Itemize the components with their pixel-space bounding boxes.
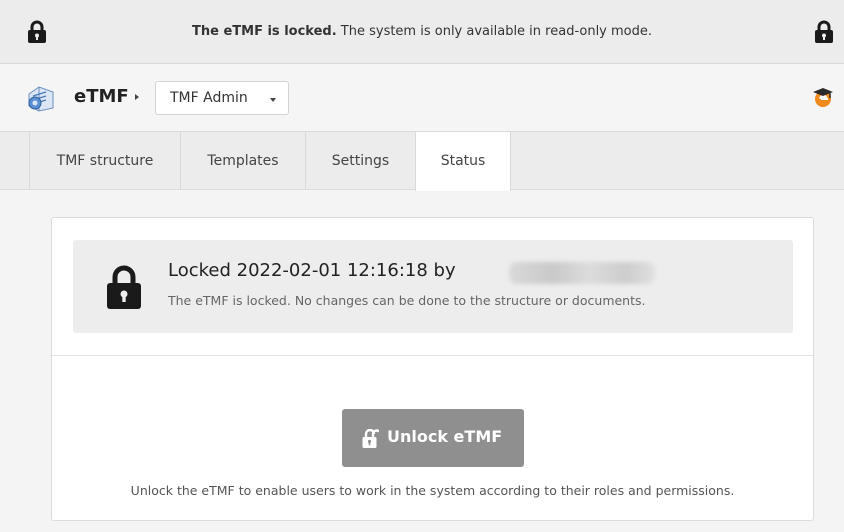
chevron-down-icon — [270, 98, 276, 102]
unlock-icon — [362, 428, 380, 453]
unlock-etmf-button[interactable]: Unlock eTMF — [342, 409, 524, 467]
area-dropdown[interactable]: TMF Admin — [155, 81, 289, 115]
tab-status[interactable]: Status — [415, 132, 511, 191]
help-cap-icon[interactable] — [812, 86, 834, 112]
divider — [52, 355, 813, 356]
lock-icon — [814, 20, 834, 48]
app-name[interactable]: eTMF — [74, 86, 129, 107]
lock-banner-message-rest: The system is only available in read-onl… — [336, 24, 653, 39]
tab-templates[interactable]: Templates — [180, 132, 305, 190]
app-header: eTMF TMF Admin — [0, 64, 844, 132]
lock-banner: The eTMF is locked. The system is only a… — [0, 0, 844, 64]
breadcrumb-caret-icon — [135, 94, 139, 100]
etmf-app-icon[interactable] — [26, 84, 56, 116]
tab-bar: TMF structure Templates Settings Status — [0, 132, 844, 191]
status-panel: Locked 2022-02-01 12:16:18 by The eTMF i… — [51, 217, 814, 521]
lock-status-box: Locked 2022-02-01 12:16:18 by The eTMF i… — [73, 240, 793, 333]
lock-banner-message-bold: The eTMF is locked. — [191, 24, 337, 39]
lock-status-title: Locked 2022-02-01 12:16:18 by — [168, 260, 456, 281]
area-dropdown-label: TMF Admin — [170, 90, 248, 106]
tab-tmf-structure[interactable]: TMF structure — [29, 132, 180, 190]
lock-status-subtitle: The eTMF is locked. No changes can be do… — [168, 293, 646, 308]
tab-settings[interactable]: Settings — [305, 132, 415, 190]
lock-banner-message: The eTMF is locked. The system is only a… — [0, 24, 844, 39]
locked-by-user-redacted — [509, 262, 655, 284]
unlock-etmf-button-label: Unlock eTMF — [387, 427, 503, 446]
unlock-help-text: Unlock the eTMF to enable users to work … — [130, 483, 735, 498]
lock-icon — [106, 264, 142, 314]
